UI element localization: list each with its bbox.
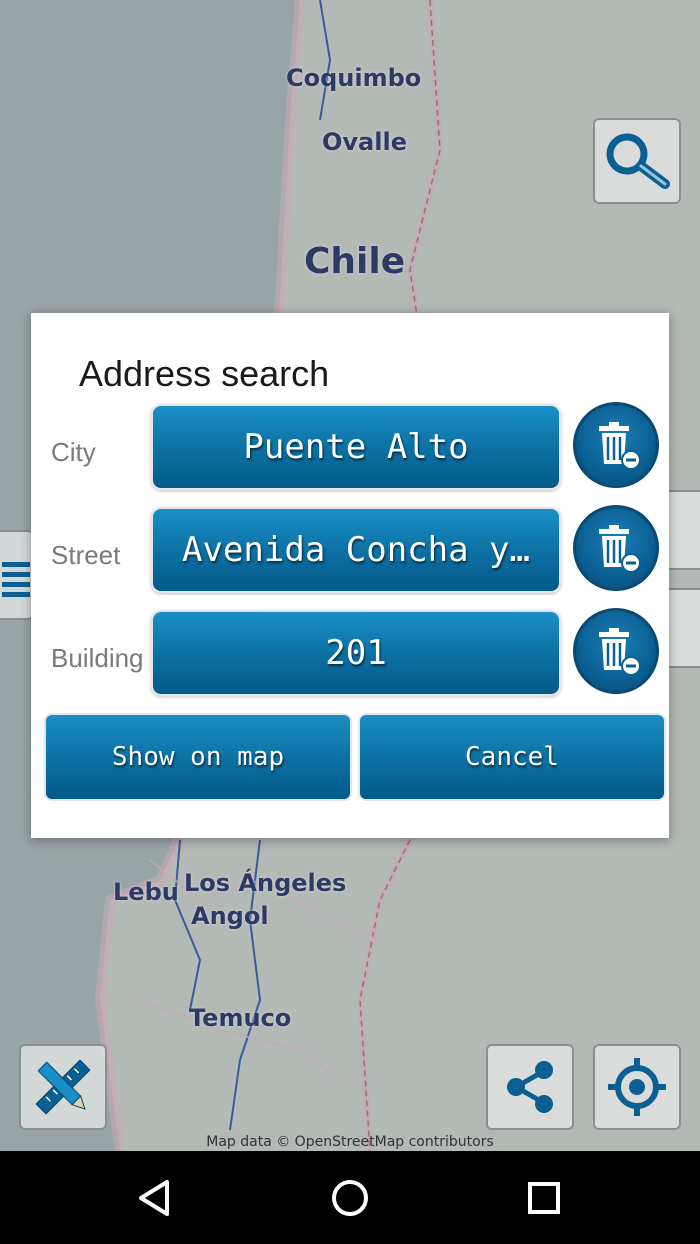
clear-city-button[interactable] <box>573 402 659 488</box>
back-triangle-icon <box>139 1180 169 1216</box>
system-nav-bar <box>0 1151 700 1244</box>
trash-icon <box>599 525 641 573</box>
building-value: 201 <box>325 633 387 673</box>
street-field[interactable]: Avenida Concha y… <box>151 507 561 593</box>
city-value: Puente Alto <box>243 427 469 467</box>
dialog-title: Address search <box>79 353 330 394</box>
address-search-dialog: Address search City Puente Alto Street A… <box>31 313 669 838</box>
nav-recents-button[interactable] <box>517 1171 571 1225</box>
building-field[interactable]: 201 <box>151 610 561 696</box>
recents-square-icon <box>528 1182 560 1214</box>
city-field[interactable]: Puente Alto <box>151 404 561 490</box>
clear-street-button[interactable] <box>573 505 659 591</box>
trash-icon <box>599 628 641 676</box>
cancel-button[interactable]: Cancel <box>358 713 666 801</box>
building-label: Building <box>51 643 144 673</box>
trash-icon <box>599 422 641 470</box>
home-circle-icon <box>332 1180 368 1216</box>
nav-home-button[interactable] <box>323 1171 377 1225</box>
street-value: Avenida Concha y… <box>182 530 530 570</box>
city-label: City <box>51 437 96 467</box>
show-on-map-button[interactable]: Show on map <box>44 713 352 801</box>
nav-back-button[interactable] <box>128 1171 182 1225</box>
clear-building-button[interactable] <box>573 608 659 694</box>
street-label: Street <box>51 540 121 570</box>
